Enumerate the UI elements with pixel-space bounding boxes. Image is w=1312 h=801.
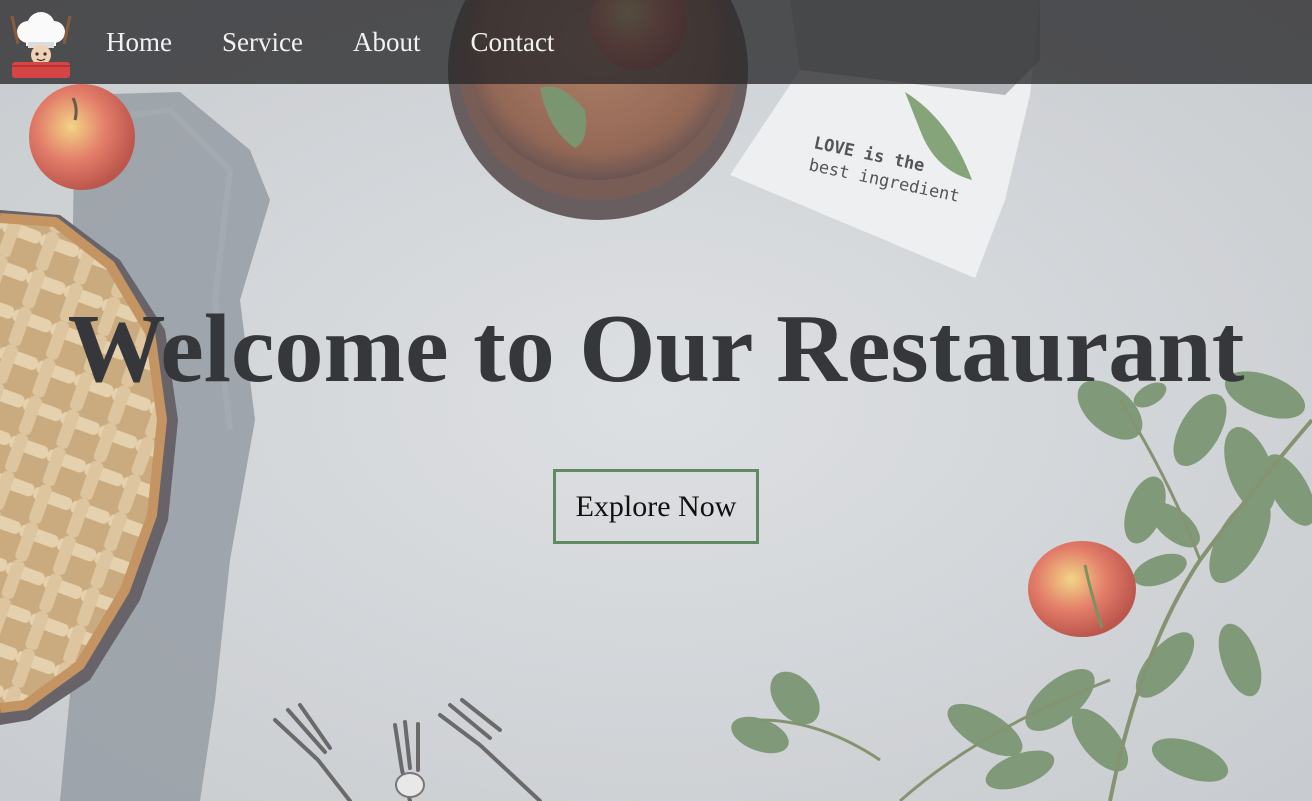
nav-link-contact[interactable]: Contact (470, 28, 554, 56)
top-navbar: Home Service About Contact (0, 0, 1312, 84)
hero-title: Welcome to Our Restaurant (67, 295, 1245, 403)
nav-link-home[interactable]: Home (106, 28, 172, 56)
nav-links: Home Service About Contact (106, 0, 604, 84)
nav-link-about[interactable]: About (353, 28, 421, 56)
chef-logo[interactable] (4, 4, 78, 80)
hero-section: LOVE is the best ingredient Home Service… (0, 0, 1312, 801)
explore-now-button[interactable]: Explore Now (553, 469, 759, 544)
nav-link-service[interactable]: Service (222, 28, 303, 56)
